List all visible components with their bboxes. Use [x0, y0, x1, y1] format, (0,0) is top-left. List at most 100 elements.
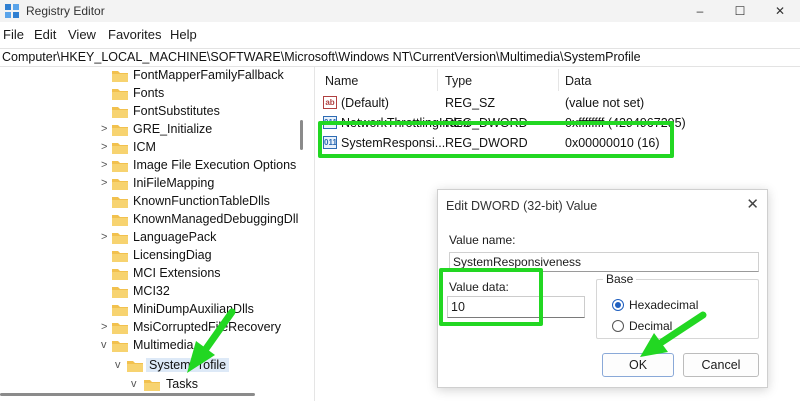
folder-icon	[112, 161, 128, 172]
collapse-chevron-icon[interactable]: v	[115, 359, 125, 371]
folder-open-icon	[112, 341, 128, 352]
menu-bar: File Edit View Favorites Help	[0, 24, 800, 44]
expand-chevron-icon[interactable]	[101, 249, 111, 261]
highlight-box-value-row	[318, 121, 674, 158]
highlight-box-value-data	[439, 268, 543, 326]
tree-item[interactable]: > GRE_Initialize	[0, 121, 300, 139]
decimal-radio[interactable]	[612, 320, 624, 332]
folder-icon	[112, 251, 128, 262]
collapse-chevron-icon[interactable]: v	[131, 378, 141, 390]
column-header-type[interactable]: Type	[445, 74, 472, 88]
tree-item[interactable]: FontSubstitutes	[0, 103, 300, 121]
minimize-button[interactable]: –	[680, 0, 720, 22]
tree-item[interactable]: MiniDumpAuxilianDlls	[0, 301, 300, 319]
ok-button[interactable]: OK	[602, 353, 674, 377]
tree-item[interactable]: KnownFunctionTableDlls	[0, 193, 300, 211]
expand-chevron-icon[interactable]	[101, 303, 111, 315]
folder-icon	[112, 143, 128, 154]
folder-icon	[112, 107, 128, 118]
column-separator[interactable]	[437, 69, 438, 91]
tree-item-label: Fonts	[133, 86, 165, 100]
decimal-label[interactable]: Decimal	[629, 319, 672, 333]
menu-favorites[interactable]: Favorites	[108, 27, 161, 42]
expand-chevron-icon[interactable]	[101, 69, 111, 81]
tree-vertical-scrollbar[interactable]	[300, 120, 303, 150]
folder-icon	[112, 89, 128, 100]
folder-icon	[112, 287, 128, 298]
tree-item-label: MCI Extensions	[133, 266, 221, 280]
value-row[interactable]: ab (Default) REG_SZ (value not set)	[315, 93, 800, 113]
expand-chevron-icon[interactable]	[101, 105, 111, 117]
tree-item-label: LicensingDiag	[133, 248, 212, 262]
value-type: REG_SZ	[445, 96, 496, 110]
tree-item-label: FontSubstitutes	[133, 104, 220, 118]
menu-help[interactable]: Help	[170, 27, 197, 42]
folder-icon	[112, 269, 128, 280]
tree-item-selected[interactable]: v SystemProfile	[0, 357, 300, 375]
value-name-label: Value name:	[449, 233, 516, 247]
tree-item[interactable]: > MsiCorruptedFileRecovery	[0, 319, 300, 337]
expand-chevron-icon[interactable]	[101, 267, 111, 279]
tree-item-label: Image File Execution Options	[133, 158, 297, 172]
tree-item[interactable]: MCI Extensions	[0, 265, 300, 283]
hexadecimal-radio[interactable]	[612, 299, 624, 311]
tree-horizontal-scrollbar[interactable]	[0, 393, 255, 396]
tree-item-label: KnownFunctionTableDlls	[133, 194, 270, 208]
expand-chevron-icon[interactable]	[101, 285, 111, 297]
tree-item[interactable]: FontMapperFamilyFallback	[0, 67, 300, 85]
maximize-button[interactable]: ☐	[720, 0, 760, 22]
expand-chevron-icon[interactable]	[101, 195, 111, 207]
expand-chevron-icon[interactable]	[101, 87, 111, 99]
column-header-data[interactable]: Data	[565, 74, 591, 88]
tree-item[interactable]: > ICM	[0, 139, 300, 157]
expand-chevron-icon[interactable]	[101, 213, 111, 225]
tree-item[interactable]: v Tasks	[0, 376, 300, 394]
tree-item-label: Multimedia	[133, 338, 194, 352]
tree-item-label: FontMapperFamilyFallback	[133, 68, 284, 82]
folder-icon	[112, 323, 128, 334]
tree-item-label: KnownManagedDebuggingDll	[133, 212, 299, 226]
folder-icon	[112, 71, 128, 82]
tree-item[interactable]: KnownManagedDebuggingDll	[0, 211, 300, 229]
hexadecimal-label[interactable]: Hexadecimal	[629, 298, 698, 312]
base-label: Base	[603, 272, 637, 286]
tree-item[interactable]: > LanguagePack	[0, 229, 300, 247]
column-header-name[interactable]: Name	[325, 74, 358, 88]
expand-chevron-icon[interactable]: >	[101, 321, 111, 333]
expand-chevron-icon[interactable]: >	[101, 159, 111, 171]
tree-item[interactable]: > IniFileMapping	[0, 175, 300, 193]
tree-item-label: GRE_Initialize	[133, 122, 213, 136]
cancel-button[interactable]: Cancel	[683, 353, 759, 377]
address-bar[interactable]: Computer\HKEY_LOCAL_MACHINE\SOFTWARE\Mic…	[0, 48, 800, 67]
title-bar: Registry Editor – ☐ ✕	[0, 0, 800, 22]
expand-chevron-icon[interactable]: >	[101, 177, 111, 189]
menu-file[interactable]: File	[3, 27, 24, 42]
expand-chevron-icon[interactable]: >	[101, 141, 111, 153]
folder-icon	[112, 125, 128, 136]
folder-icon	[112, 197, 128, 208]
collapse-chevron-icon[interactable]: v	[101, 339, 111, 351]
tree-item[interactable]: > Image File Execution Options	[0, 157, 300, 175]
tree-item[interactable]: LicensingDiag	[0, 247, 300, 265]
menu-view[interactable]: View	[68, 27, 96, 42]
string-value-icon: ab	[323, 96, 337, 109]
tree-item[interactable]: v Multimedia	[0, 337, 300, 355]
close-button[interactable]: ✕	[760, 0, 800, 22]
column-separator[interactable]	[558, 69, 559, 91]
folder-icon	[144, 380, 160, 391]
tree-item-label: MCI32	[133, 284, 170, 298]
folder-open-icon	[127, 361, 143, 372]
tree-item[interactable]: MCI32	[0, 283, 300, 301]
dialog-close-icon[interactable]: ✕	[746, 195, 759, 213]
menu-edit[interactable]: Edit	[34, 27, 56, 42]
registry-tree[interactable]: FontMapperFamilyFallback Fonts FontSubst…	[0, 67, 306, 401]
expand-chevron-icon[interactable]: >	[101, 231, 111, 243]
tree-item-label: IniFileMapping	[133, 176, 215, 190]
tree-item-label: MsiCorruptedFileRecovery	[133, 320, 281, 334]
tree-item-label: MiniDumpAuxilianDlls	[133, 302, 254, 316]
tree-item[interactable]: Fonts	[0, 85, 300, 103]
folder-icon	[112, 305, 128, 316]
folder-icon	[112, 233, 128, 244]
expand-chevron-icon[interactable]: >	[101, 123, 111, 135]
tree-item-label: Tasks	[166, 377, 198, 391]
